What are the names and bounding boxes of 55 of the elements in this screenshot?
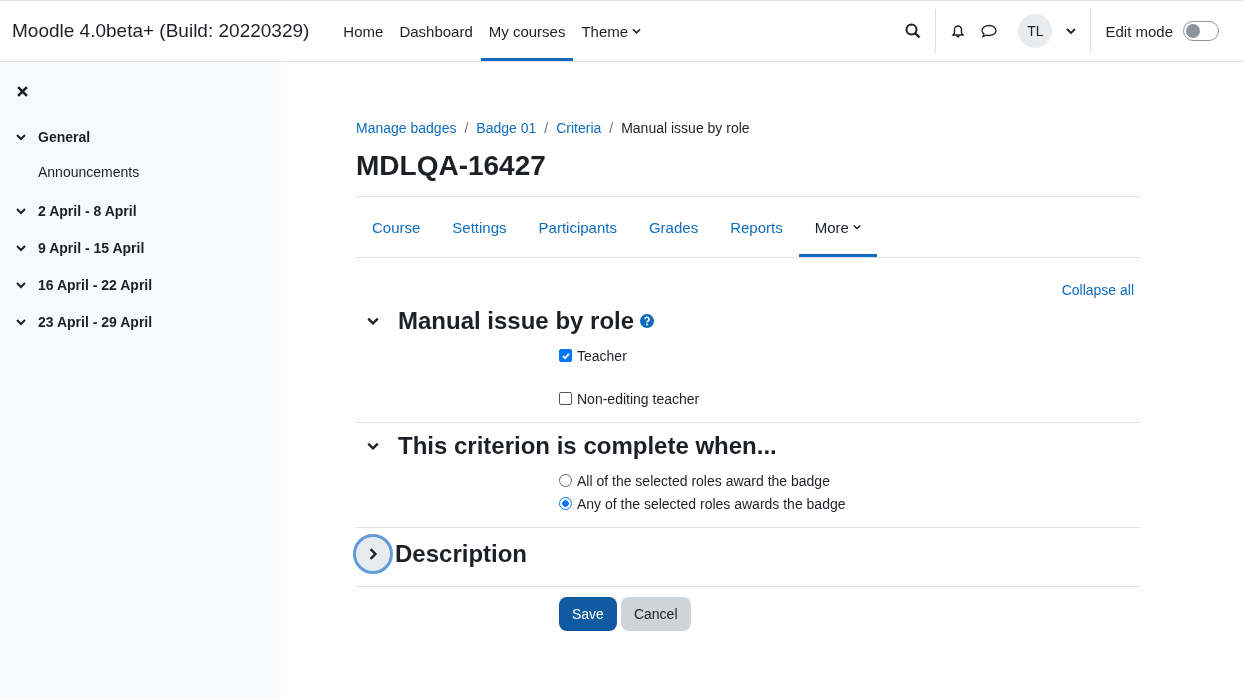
breadcrumb-link[interactable]: Criteria [556,120,602,136]
course-section-link[interactable]: 2 April - 8 April [38,203,137,219]
breadcrumb-link[interactable]: Badge 01 [476,120,537,136]
chevron-icon[interactable] [16,317,26,327]
secondary-nav-tab[interactable]: Reports [714,197,799,257]
course-section-link[interactable]: 16 April - 22 April [38,277,153,293]
breadcrumb-link[interactable]: Manage badges [356,120,457,136]
chevron-icon[interactable] [16,206,26,216]
section-heading: Description [395,540,528,568]
course-section-link[interactable]: 9 April - 15 April [38,240,145,256]
radio-label: Any of the selected roles awards the badge [577,495,846,512]
course-section-link[interactable]: General [38,129,91,145]
secondary-nav-tab[interactable]: Course [356,197,437,257]
activity-link[interactable]: Announcements [38,164,140,180]
edit-mode-label: Edit mode [1105,22,1173,40]
radio-button[interactable] [559,497,572,510]
checkbox[interactable] [559,392,572,405]
chevron-icon [367,548,379,560]
cancel-button[interactable]: Cancel [620,597,691,631]
breadcrumb-separator: / [464,120,469,136]
secondary-nav-tab[interactable]: Settings [436,197,523,257]
nav-link[interactable]: My courses [480,1,574,61]
help-icon[interactable] [640,314,655,328]
chevron-icon[interactable] [16,132,26,142]
checkbox-label: Teacher [577,347,627,364]
breadcrumb-current: Manual issue by role [621,120,750,136]
chevron-icon[interactable] [16,243,26,253]
breadcrumb-separator: / [609,120,614,136]
secondary-nav-tab[interactable]: Grades [632,197,715,257]
chat-icon[interactable] [980,23,999,39]
chevron-icon [367,440,379,452]
checkbox-label: Non-editing teacher [577,390,700,407]
chevron-icon [367,315,379,327]
radio-label: All of the selected roles award the badge [577,472,830,489]
bell-icon[interactable] [950,23,967,39]
nav-link[interactable]: Theme [573,1,650,61]
breadcrumb-separator: / [544,120,549,136]
section-heading: Manual issue by role [398,307,635,335]
page-title: MDLQA-16427 [356,150,547,182]
secondary-nav-tab[interactable]: More [798,197,877,257]
site-name[interactable]: Moodle 4.0beta+ (Build: 20220329) [12,20,310,42]
checkbox[interactable] [559,349,572,362]
course-section-link[interactable]: 23 April - 29 April [38,314,153,330]
collapse-all-link[interactable]: Collapse all [1061,282,1134,298]
section-toggle[interactable] [353,534,393,574]
nav-link[interactable]: Home [335,1,392,61]
caret-icon[interactable] [1066,28,1077,34]
user-avatar[interactable]: TL [1018,14,1053,48]
secondary-nav-tab[interactable]: Participants [522,197,633,257]
section-heading: This criterion is complete when... [398,432,777,460]
search-icon[interactable] [905,23,922,39]
close-icon[interactable] [17,86,28,97]
save-button[interactable]: Save [559,597,617,631]
chevron-icon[interactable] [16,280,26,290]
nav-link[interactable]: Dashboard [391,1,481,61]
